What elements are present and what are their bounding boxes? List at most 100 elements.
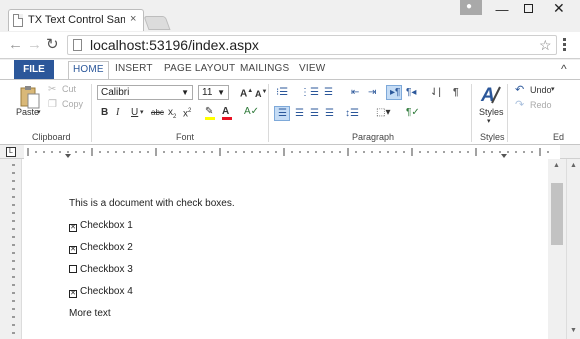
undo-icon[interactable]: ↶ xyxy=(515,85,524,96)
group-divider xyxy=(507,84,508,142)
tab-home[interactable]: HOME xyxy=(68,61,109,79)
rtl-icon[interactable]: ¶◂ xyxy=(406,88,416,98)
tab-close-icon[interactable]: × xyxy=(130,13,136,25)
group-label-styles: Styles xyxy=(480,132,505,142)
chevron-down-icon[interactable]: ▾ xyxy=(37,109,41,116)
document-text-line: More text xyxy=(69,308,111,319)
scroll-down-icon[interactable]: ▼ xyxy=(570,327,577,334)
group-divider xyxy=(471,84,472,142)
document-scrollbar[interactable]: ▲ xyxy=(548,159,566,339)
justify-icon[interactable]: ☰ xyxy=(325,109,334,119)
numbering-icon[interactable]: ⋮☰ xyxy=(300,88,319,98)
styles-label[interactable]: Styles xyxy=(479,108,504,117)
scroll-up-icon[interactable]: ▲ xyxy=(570,162,577,169)
maximize-icon[interactable] xyxy=(524,4,533,13)
browser-tab[interactable]: TX Text Control Sample: U × xyxy=(8,9,144,31)
align-right-icon[interactable]: ☰ xyxy=(310,109,319,119)
user-icon[interactable]: ● xyxy=(460,0,482,15)
italic-icon[interactable]: I xyxy=(116,108,119,118)
document-text-line: This is a document with check boxes. xyxy=(69,198,235,209)
scroll-up-icon[interactable]: ▲ xyxy=(553,162,560,169)
back-arrow-icon[interactable]: ← xyxy=(8,36,23,53)
close-icon[interactable]: ✕ xyxy=(553,0,565,17)
chevron-down-icon: ▼ xyxy=(181,88,189,97)
scrollbar-thumb[interactable] xyxy=(551,183,563,245)
checked-checkbox[interactable]: ✕ xyxy=(69,290,77,298)
ltr-icon: ▸¶ xyxy=(390,87,401,98)
borders-icon[interactable]: ⬚▾ xyxy=(376,108,390,118)
tab-title: TX Text Control Sample: U xyxy=(28,14,125,26)
ltr-button[interactable]: ▸¶ xyxy=(386,85,402,100)
superscript-icon[interactable]: x2 xyxy=(183,108,191,119)
tab-mailings[interactable]: MAILINGS xyxy=(240,63,289,74)
styles-icon: A xyxy=(480,85,501,106)
line-text: Checkbox 3 xyxy=(80,264,133,275)
tab-page-layout[interactable]: PAGE LAYOUT xyxy=(164,63,235,74)
ruler-bar[interactable] xyxy=(24,145,560,159)
align-left-button[interactable]: ☰ xyxy=(274,106,290,121)
unchecked-checkbox[interactable] xyxy=(69,265,77,273)
copy-icon: ❐ xyxy=(48,99,57,110)
highlight-icon[interactable]: ✎ xyxy=(205,107,215,120)
line-text: More text xyxy=(69,308,111,319)
tab-view[interactable]: VIEW xyxy=(299,63,325,74)
cut-button[interactable]: Cut xyxy=(62,85,76,94)
group-divider xyxy=(268,84,269,142)
line-text: Checkbox 1 xyxy=(80,220,133,231)
star-icon[interactable]: ☆ xyxy=(539,37,552,54)
bullets-icon[interactable]: ⁝☰ xyxy=(276,88,288,98)
collapse-ribbon-icon[interactable]: ^ xyxy=(561,62,567,76)
shrink-font-icon[interactable]: A▼ xyxy=(255,89,267,99)
browser-scrollbar[interactable]: ▲ ▼ xyxy=(566,159,580,339)
sort-icon[interactable]: ⇃| xyxy=(430,88,441,98)
increase-indent-icon[interactable]: ⇥ xyxy=(368,88,376,98)
multilevel-list-icon[interactable]: ☰ xyxy=(324,88,333,98)
font-color-icon[interactable]: A xyxy=(222,107,232,120)
chevron-down-icon: ▼ xyxy=(217,88,225,97)
address-bar: ← → ↻ localhost:53196/index.aspx ☆ xyxy=(0,32,580,59)
tab-insert[interactable]: INSERT xyxy=(115,63,153,74)
font-family-select[interactable]: Calibri ▼ xyxy=(97,85,193,100)
strikethrough-icon[interactable]: abc xyxy=(151,109,164,117)
redo-button[interactable]: Redo xyxy=(530,101,552,110)
font-family-value: Calibri xyxy=(101,87,130,98)
styles-button[interactable]: A xyxy=(478,83,502,107)
forward-arrow-icon[interactable]: → xyxy=(27,36,42,53)
url-input[interactable]: localhost:53196/index.aspx ☆ xyxy=(67,35,557,55)
paste-label[interactable]: Paste xyxy=(16,108,39,117)
align-left-icon: ☰ xyxy=(278,108,287,119)
line-text: Checkbox 2 xyxy=(80,242,133,253)
checkbox-line: Checkbox 3 xyxy=(69,264,133,275)
checkbox-line: ✕ Checkbox 1 xyxy=(69,220,133,232)
reload-icon[interactable]: ↻ xyxy=(46,35,59,53)
subscript-icon[interactable]: x2 xyxy=(168,108,176,121)
checkbox-line: ✕ Checkbox 2 xyxy=(69,242,133,254)
underline-icon[interactable]: U xyxy=(131,108,138,118)
redo-icon[interactable]: ↷ xyxy=(515,100,524,111)
tab-stop-selector[interactable]: L xyxy=(6,147,16,157)
chevron-down-icon[interactable]: ▾ xyxy=(140,109,144,116)
checked-checkbox[interactable]: ✕ xyxy=(69,246,77,254)
menu-icon[interactable] xyxy=(563,38,567,53)
copy-button[interactable]: Copy xyxy=(62,100,83,109)
font-size-select[interactable]: 11 ▼ xyxy=(198,85,229,100)
chevron-down-icon[interactable]: ▾ xyxy=(551,86,555,93)
checked-checkbox[interactable]: ✕ xyxy=(69,224,77,232)
align-center-icon[interactable]: ☰ xyxy=(295,109,304,119)
group-label-clipboard: Clipboard xyxy=(32,132,71,142)
paragraph-format-icon[interactable]: ¶✓ xyxy=(406,108,420,118)
bold-icon[interactable]: B xyxy=(101,108,108,118)
decrease-indent-icon[interactable]: ⇤ xyxy=(351,88,359,98)
ribbon-tab-bar: FILE HOME INSERT PAGE LAYOUT MAILINGS VI… xyxy=(0,60,580,79)
chevron-down-icon[interactable]: ▾ xyxy=(487,118,491,125)
minimize-icon[interactable]: — xyxy=(492,2,512,17)
vertical-ruler-ticks xyxy=(12,164,15,334)
undo-button[interactable]: Undo xyxy=(530,86,552,95)
new-tab-button[interactable] xyxy=(143,16,171,30)
clear-format-icon[interactable]: A✓ xyxy=(244,107,259,117)
url-text: localhost:53196/index.aspx xyxy=(90,37,259,53)
pilcrow-icon[interactable]: ¶ xyxy=(453,88,459,98)
line-spacing-icon[interactable]: ↕☰ xyxy=(345,109,359,119)
grow-font-icon[interactable]: A▲ xyxy=(240,88,253,99)
tab-file[interactable]: FILE xyxy=(14,60,54,79)
